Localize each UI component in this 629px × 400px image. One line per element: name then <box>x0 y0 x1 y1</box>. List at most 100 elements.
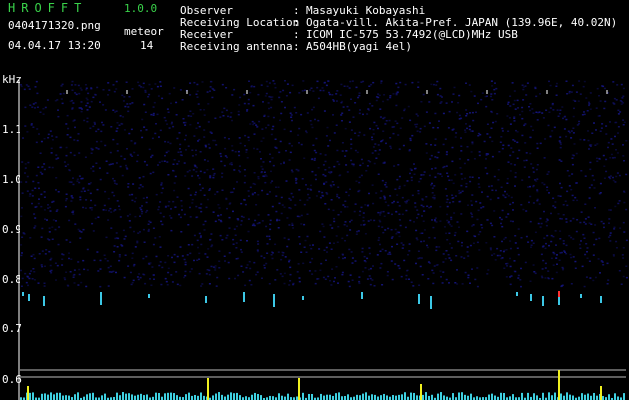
noise-dot <box>119 165 122 168</box>
noise-dot <box>140 208 143 211</box>
noise-dot <box>164 261 167 264</box>
noise-dot <box>386 98 389 101</box>
noise-dot <box>452 93 455 95</box>
noise-dot <box>261 220 264 222</box>
noise-dot <box>159 85 162 87</box>
noise-dot <box>189 194 192 196</box>
noise-dot <box>24 272 27 275</box>
noise-dot <box>116 122 119 124</box>
noise-dot <box>209 188 211 190</box>
noise-dot <box>272 80 275 82</box>
noise-dot <box>587 216 590 218</box>
noise-dot <box>123 276 126 279</box>
noise-dot <box>450 218 453 221</box>
noise-dot <box>92 230 95 232</box>
noise-dot <box>513 116 516 118</box>
noise-dot <box>389 96 392 99</box>
noise-dot <box>543 210 545 213</box>
noise-dot <box>38 187 40 190</box>
noise-dot <box>477 102 479 105</box>
noise-dot <box>229 163 232 165</box>
meteor-traces <box>22 291 602 309</box>
power-bar <box>416 395 418 400</box>
noise-dot <box>358 131 361 134</box>
noise-dot <box>192 169 195 171</box>
noise-dot <box>486 123 489 125</box>
noise-dot <box>315 137 318 140</box>
noise-dot <box>616 172 619 174</box>
noise-dot <box>372 265 374 267</box>
noise-dot <box>361 247 364 250</box>
noise-dot <box>445 151 448 153</box>
noise-dot <box>257 93 260 96</box>
noise-dot <box>286 245 289 248</box>
noise-dot <box>357 96 360 99</box>
noise-dot <box>466 113 469 115</box>
noise-dot <box>594 144 597 146</box>
noise-dot <box>431 182 433 185</box>
noise-dot <box>269 223 272 225</box>
noise-dot <box>143 103 146 106</box>
noise-dot <box>136 160 139 163</box>
noise-dot <box>20 254 23 257</box>
noise-dot <box>561 266 564 269</box>
noise-dot <box>80 281 83 284</box>
noise-dot <box>337 225 340 228</box>
noise-dot <box>233 228 236 230</box>
power-bar <box>392 395 394 400</box>
noise-dot <box>417 192 420 195</box>
power-bar <box>296 396 298 400</box>
noise-dot <box>565 80 568 82</box>
noise-dot <box>500 218 503 221</box>
noise-dot <box>378 149 381 151</box>
noise-dot <box>570 188 573 191</box>
noise-dot <box>72 276 75 278</box>
power-bar <box>197 395 199 400</box>
noise-dot <box>280 212 283 215</box>
noise-dot <box>198 232 201 235</box>
noise-dot <box>51 166 54 169</box>
power-bar <box>140 393 142 400</box>
noise-dot <box>423 171 426 173</box>
noise-dot <box>33 227 36 229</box>
noise-dot <box>375 99 378 102</box>
noise-dot <box>269 191 271 193</box>
noise-dot <box>170 274 173 276</box>
noise-dot <box>355 233 358 235</box>
power-bar <box>527 392 529 400</box>
noise-dot <box>288 260 290 263</box>
noise-dot <box>244 284 247 287</box>
noise-dot <box>559 195 562 197</box>
noise-dot <box>243 102 246 105</box>
noise-dot <box>249 91 252 94</box>
noise-dot <box>379 220 382 223</box>
noise-dot <box>129 153 132 156</box>
noise-dot <box>467 204 469 206</box>
noise-dot <box>556 109 559 111</box>
noise-dot <box>171 121 173 124</box>
noise-dot <box>128 96 131 98</box>
noise-dot <box>200 203 203 205</box>
noise-dot <box>254 192 256 194</box>
noise-dot <box>89 192 92 195</box>
noise-dot <box>595 157 598 159</box>
noise-dot <box>532 242 535 244</box>
noise-dot <box>363 223 366 226</box>
noise-dot <box>79 198 82 201</box>
noise-dot <box>172 163 175 165</box>
noise-dot <box>416 217 418 219</box>
noise-dot <box>149 278 151 280</box>
noise-dot <box>218 207 221 209</box>
noise-dot <box>592 279 595 282</box>
noise-dot <box>392 132 395 135</box>
noise-dot <box>327 208 330 211</box>
noise-dot <box>195 127 198 129</box>
noise-dot <box>159 81 162 83</box>
noise-dot <box>134 215 137 218</box>
noise-dot <box>41 265 44 268</box>
power-bar <box>560 393 562 400</box>
noise-dot <box>78 107 81 109</box>
noise-dot <box>358 280 361 283</box>
noise-dot <box>469 112 471 114</box>
noise-dot <box>138 84 141 87</box>
